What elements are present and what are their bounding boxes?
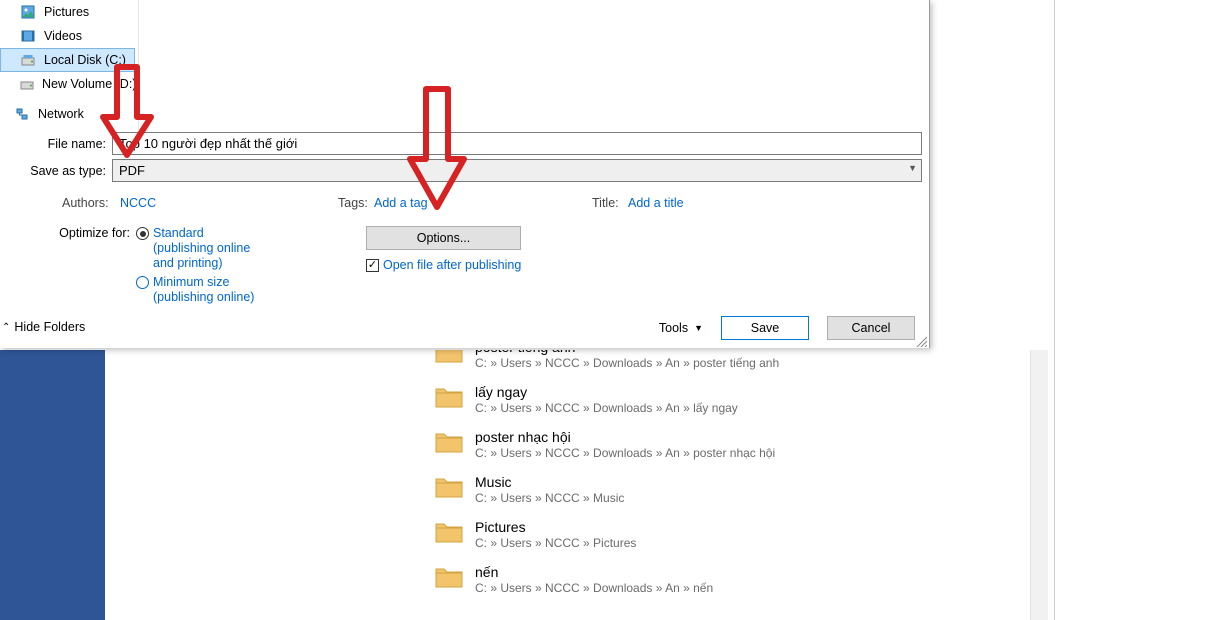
open-after-checkbox[interactable]: Open file after publishing <box>366 258 521 272</box>
tree-item-label: Local Disk (C:) <box>44 53 126 67</box>
pictures-icon <box>20 4 36 20</box>
tree-item-pictures[interactable]: Pictures <box>0 0 135 24</box>
list-item-title: poster nhạc hội <box>475 428 775 446</box>
background-pane <box>105 350 425 620</box>
saveastype-label: Save as type: <box>0 164 112 178</box>
chevron-down-icon: ▼ <box>908 163 917 173</box>
radio-standard[interactable]: Standard (publishing online and printing… <box>136 226 266 271</box>
radio-label: Minimum size (publishing online) <box>153 275 266 305</box>
radio-label: Standard (publishing online and printing… <box>153 226 266 271</box>
checkbox-label: Open file after publishing <box>383 258 521 272</box>
button-label: Options... <box>417 231 471 245</box>
saveastype-value: PDF <box>119 163 145 178</box>
folder-icon <box>435 430 463 454</box>
title-label: Title: <box>592 196 628 210</box>
tree-item-new-volume-d[interactable]: New Volume (D:) <box>0 72 135 96</box>
list-item[interactable]: poster tiếng anh C: » Users » NCCC » Dow… <box>425 350 1030 381</box>
tree-item-videos[interactable]: Videos <box>0 24 135 48</box>
folder-icon <box>435 350 463 364</box>
tools-dropdown[interactable]: Tools ▼ <box>659 321 703 335</box>
tree-item-network[interactable]: Network <box>0 102 135 126</box>
folder-icon <box>435 565 463 589</box>
folder-tree[interactable]: Pictures Videos Local Disk (C:) New Volu… <box>0 0 135 130</box>
list-item[interactable]: Pictures C: » Users » NCCC » Pictures <box>425 516 1030 561</box>
checkbox-icon <box>366 259 379 272</box>
list-item-title: nến <box>475 563 713 581</box>
list-item[interactable]: poster nhạc hội C: » Users » NCCC » Down… <box>425 426 1030 471</box>
background-scrollbar[interactable] <box>1030 350 1048 620</box>
save-button[interactable]: Save <box>721 316 809 340</box>
folder-icon <box>435 520 463 544</box>
videos-icon <box>20 28 36 44</box>
list-item[interactable]: lấy ngay C: » Users » NCCC » Downloads »… <box>425 381 1030 426</box>
list-item-path: C: » Users » NCCC » Downloads » An » pos… <box>475 446 775 461</box>
saveastype-dropdown[interactable]: PDF ▼ <box>112 159 922 182</box>
list-item-path: C: » Users » NCCC » Downloads » An » pos… <box>475 356 779 371</box>
tree-item-label: New Volume (D:) <box>42 77 136 91</box>
list-item-path: C: » Users » NCCC » Downloads » An » nến <box>475 581 713 596</box>
network-icon <box>14 106 30 122</box>
hide-folders-toggle[interactable]: ⌃ Hide Folders <box>2 320 85 334</box>
tree-item-local-disk-c[interactable]: Local Disk (C:) <box>0 48 135 72</box>
drive-icon <box>20 76 34 92</box>
right-panel <box>1050 0 1214 620</box>
cancel-button[interactable]: Cancel <box>827 316 915 340</box>
list-item-path: C: » Users » NCCC » Music <box>475 491 624 506</box>
tags-label: Tags: <box>338 196 374 210</box>
folder-icon <box>435 385 463 409</box>
list-item-path: C: » Users » NCCC » Downloads » An » lấy… <box>475 401 738 416</box>
radio-minimum[interactable]: Minimum size (publishing online) <box>136 275 266 305</box>
tree-item-label: Pictures <box>44 5 89 19</box>
background-search-results: poster tiếng anh C: » Users » NCCC » Dow… <box>425 350 1030 620</box>
chevron-up-icon: ⌃ <box>2 322 10 333</box>
list-item[interactable]: Music C: » Users » NCCC » Music <box>425 471 1030 516</box>
radio-icon <box>136 227 149 240</box>
list-item-path: C: » Users » NCCC » Pictures <box>475 536 636 551</box>
save-form: File name: Save as type: PDF ▼ Authors: … <box>0 132 930 307</box>
title-input[interactable]: Add a title <box>628 196 684 210</box>
chevron-down-icon: ▼ <box>694 323 703 333</box>
drive-icon <box>20 52 36 68</box>
folder-icon <box>435 475 463 499</box>
tree-item-label: Network <box>38 107 84 121</box>
authors-label: Authors: <box>62 196 120 210</box>
list-item-title: Music <box>475 473 624 491</box>
background-navy <box>0 350 105 620</box>
file-browser-pane[interactable] <box>138 0 928 130</box>
tags-input[interactable]: Add a tag <box>374 196 592 210</box>
list-item-title: Pictures <box>475 518 636 536</box>
filename-input[interactable] <box>112 132 922 155</box>
hide-folders-label: Hide Folders <box>14 320 85 334</box>
optimize-label: Optimize for: <box>0 226 136 240</box>
button-label: Save <box>751 321 780 335</box>
right-divider <box>1054 0 1055 620</box>
button-label: Cancel <box>852 321 891 335</box>
tools-label: Tools <box>659 321 688 335</box>
save-as-dialog: Pictures Videos Local Disk (C:) New Volu… <box>0 0 930 348</box>
resize-grip[interactable] <box>915 334 927 346</box>
options-button[interactable]: Options... <box>366 226 521 250</box>
list-item-title: lấy ngay <box>475 383 738 401</box>
tree-item-label: Videos <box>44 29 82 43</box>
radio-icon <box>136 276 149 289</box>
list-item[interactable]: nến C: » Users » NCCC » Downloads » An »… <box>425 561 1030 606</box>
authors-value[interactable]: NCCC <box>120 196 338 210</box>
filename-label: File name: <box>0 137 112 151</box>
